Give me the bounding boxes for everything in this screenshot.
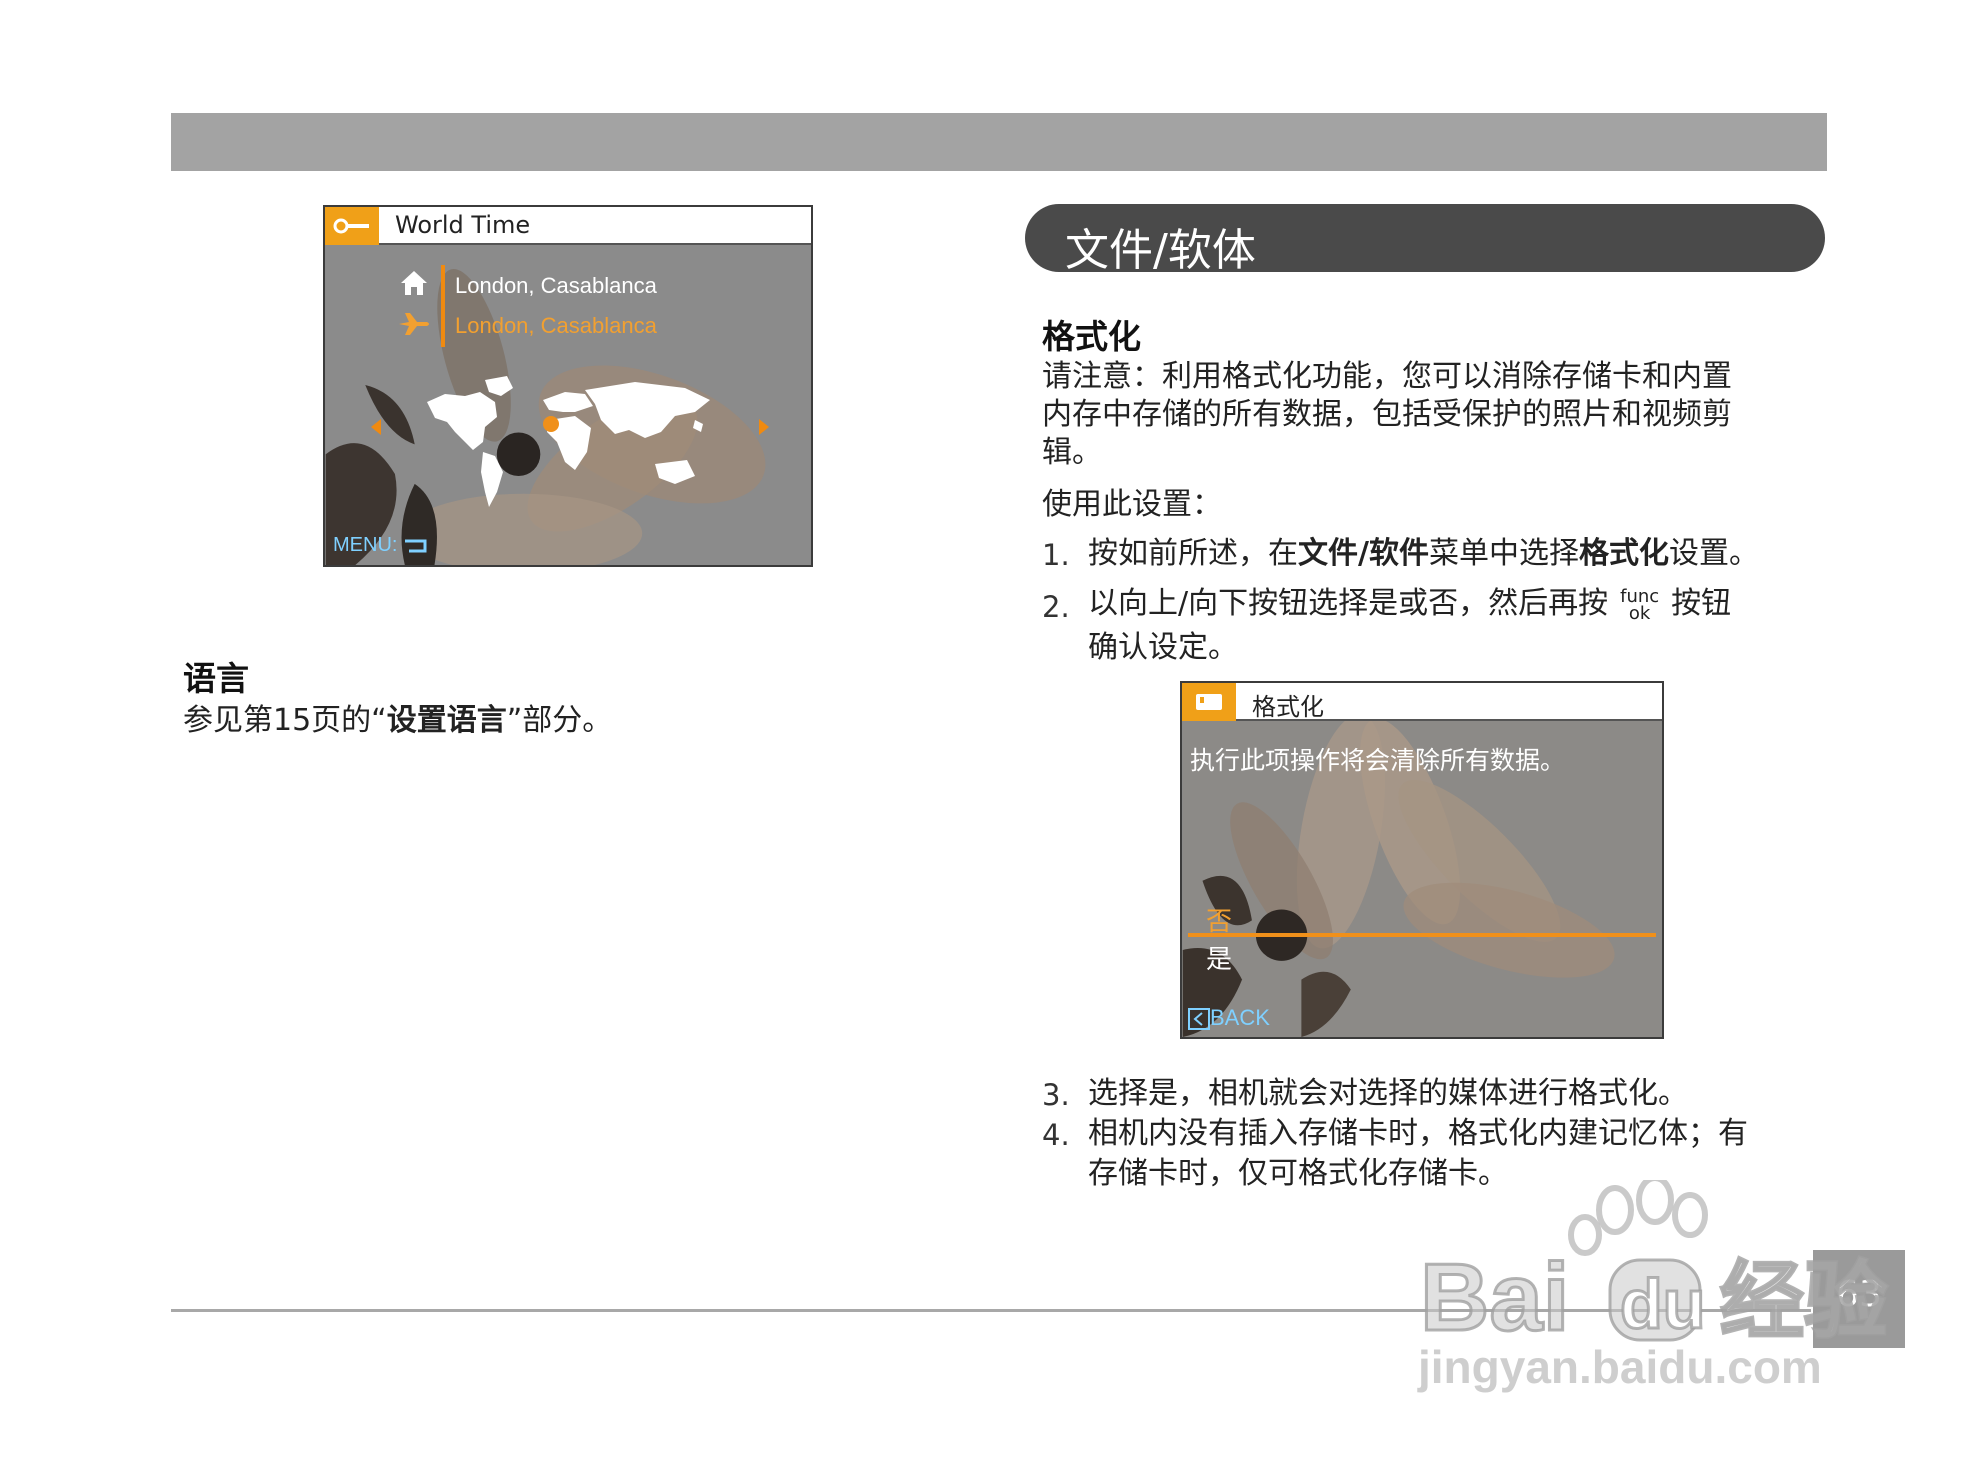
settings-tab <box>325 207 379 245</box>
step-1-text: 按如前所述，在文件/软件菜单中选择格式化设置。 <box>1088 534 1759 574</box>
func-ok-button-icon: func ok <box>1620 587 1659 624</box>
destination-city-label: London, Casablanca <box>455 313 657 338</box>
language-text-before: 参见第15页的“ <box>183 703 387 738</box>
file-tab <box>1182 683 1236 721</box>
left-key-icon <box>1188 1008 1210 1031</box>
step-2-text: 以向上/向下按钮选择是或否，然后再按 <box>1088 586 1609 621</box>
step-1-bold: 文件/软件 <box>1298 536 1429 571</box>
back-icon <box>405 539 427 553</box>
world-map <box>427 376 710 507</box>
step-2-line-2: 确认设定。 <box>1088 630 1238 665</box>
menu-hint: MENU: <box>333 534 427 557</box>
note-line-2: 内存中存储的所有数据，包括受保护的照片和视频剪 <box>1042 397 1732 432</box>
screen-title: World Time <box>395 211 531 239</box>
svg-text:经验: 经验 <box>1720 1252 1888 1350</box>
step-2-line-1: 以向上/向下按钮选择是或否，然后再按 func ok 按钮 <box>1088 584 1731 624</box>
step-number: 1. <box>1042 538 1070 572</box>
format-screenshot: 格式化 执行此项操作将会清除所有数据。 否 是 BACK <box>1180 681 1664 1039</box>
section-header: 文件/软体 <box>1025 204 1825 276</box>
baidu-paw-logo: Bai du 经验 <box>1419 1180 1890 1350</box>
note-line-1: 请注意：利用格式化功能，您可以消除存储卡和内置 <box>1042 359 1732 394</box>
language-text-after: ”部分。 <box>506 703 613 738</box>
back-hint: BACK <box>1188 1005 1270 1031</box>
step-number: 4. <box>1042 1118 1070 1152</box>
world-time-screenshot: World Time London, Casablanca London, Ca… <box>323 205 813 567</box>
step-number: 2. <box>1042 590 1070 624</box>
screen-title-bar: World Time <box>325 207 811 245</box>
screen-title: 格式化 <box>1252 693 1324 721</box>
note-line-3: 辑。 <box>1042 435 1102 470</box>
step-1-part: 按如前所述，在 <box>1088 536 1298 571</box>
watermark-url: jingyan.baidu.com <box>1418 1341 1822 1393</box>
city-divider <box>441 265 445 347</box>
arrow-right-icon <box>759 419 769 435</box>
step-1-part: 设置。 <box>1668 536 1759 571</box>
step-1-part: 菜单中选择 <box>1428 536 1579 571</box>
format-warning: 执行此项操作将会清除所有数据。 <box>1190 746 1566 775</box>
svg-text:du: du <box>1620 1265 1706 1343</box>
home-city-label: London, Casablanca <box>455 273 657 298</box>
selection-highlight <box>1188 933 1656 937</box>
usage-label: 使用此设置： <box>1042 487 1222 522</box>
home-icon <box>401 271 427 295</box>
step-2-text: 按钮 <box>1671 586 1732 621</box>
step-4-line-1: 相机内没有插入存储卡时，格式化内建记忆体；有 <box>1088 1116 1748 1151</box>
screen-title-bar: 格式化 <box>1182 683 1662 721</box>
svg-text:Bai: Bai <box>1420 1244 1569 1350</box>
flower-background <box>1182 683 1662 1037</box>
section-title: 文件/软体 <box>1065 225 1256 276</box>
memory-card-icon <box>1196 694 1222 710</box>
ok-label: ok <box>1628 602 1651 624</box>
language-heading: 语言 <box>183 659 249 698</box>
wrench-icon <box>333 218 369 234</box>
header-band <box>171 113 1827 171</box>
arrow-left-icon <box>371 419 381 435</box>
language-text-bold: 设置语言 <box>386 703 507 738</box>
menu-label: MENU: <box>333 534 398 556</box>
format-heading: 格式化 <box>1042 317 1141 356</box>
step-1-bold: 格式化 <box>1578 536 1669 571</box>
step-3-text: 选择是，相机就会对选择的媒体进行格式化。 <box>1088 1076 1688 1111</box>
back-label: BACK <box>1210 1005 1270 1030</box>
step-number: 3. <box>1042 1078 1070 1112</box>
airplane-icon <box>399 313 429 335</box>
option-yes[interactable]: 是 <box>1206 939 1232 976</box>
language-text: 参见第15页的“设置语言”部分。 <box>183 702 612 740</box>
